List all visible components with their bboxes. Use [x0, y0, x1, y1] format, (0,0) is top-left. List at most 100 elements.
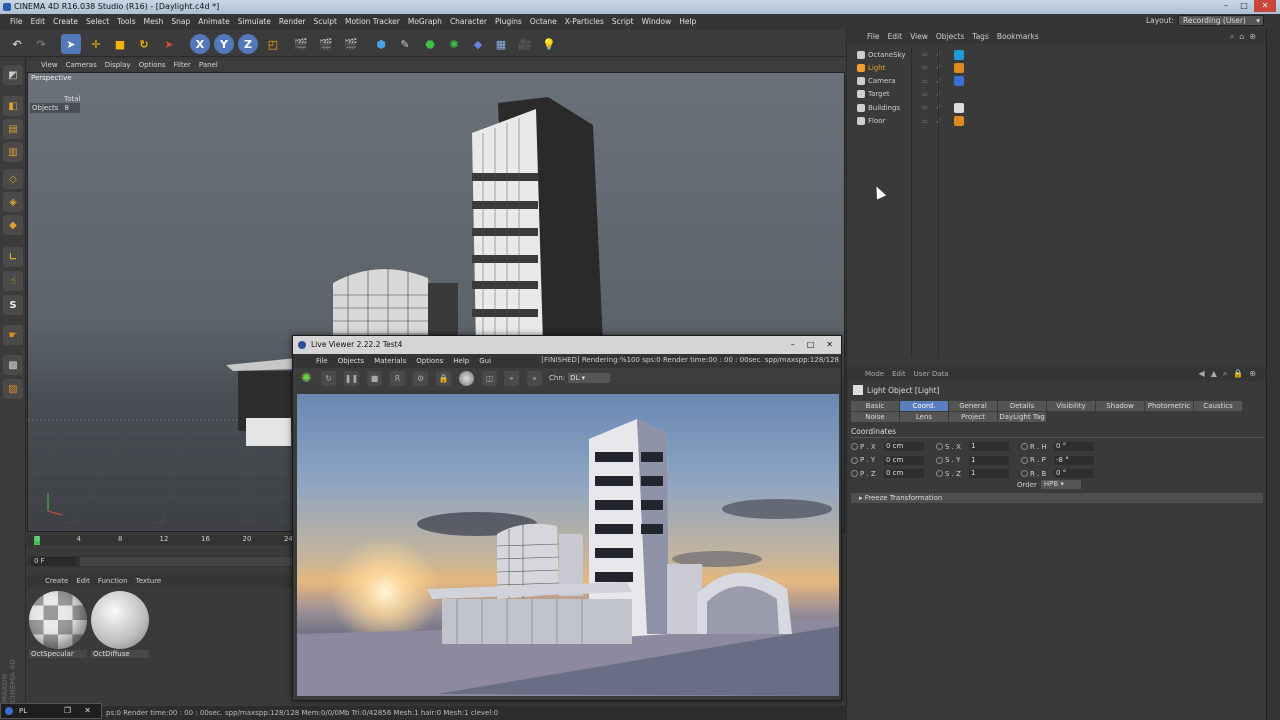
rotate-tool-icon[interactable]: ↻: [134, 34, 154, 54]
y-axis-lock[interactable]: Y: [214, 34, 234, 54]
keyframe-dot-icon[interactable]: [936, 456, 943, 464]
material-ball-icon[interactable]: [459, 371, 474, 386]
live-selection-icon[interactable]: ➤: [159, 34, 179, 54]
menu-item[interactable]: Mesh: [140, 17, 168, 26]
search-icon[interactable]: ⌕: [1230, 32, 1234, 42]
material-menu-item[interactable]: Function: [94, 577, 132, 585]
menu-item[interactable]: Select: [82, 17, 113, 26]
object-tag-icon[interactable]: [954, 49, 964, 60]
spline-pen-icon[interactable]: ✎: [395, 34, 415, 54]
menu-item[interactable]: Render: [275, 17, 310, 26]
object-menu-item[interactable]: Edit: [884, 32, 907, 41]
coordinate-value-input[interactable]: 1: [969, 469, 1009, 478]
render-picture-viewer-icon[interactable]: 🎬: [316, 34, 336, 54]
pause-icon[interactable]: ❚❚: [344, 371, 359, 386]
lock-icon[interactable]: 🔒: [1233, 369, 1243, 379]
visibility-toggle-icon[interactable]: ▫:: [922, 104, 936, 111]
keyframe-dot-icon[interactable]: [851, 470, 858, 477]
coordinate-system-icon[interactable]: ◰: [263, 34, 283, 54]
viewport-menu-item[interactable]: Display: [101, 61, 135, 69]
live-viewer-menu-item[interactable]: Materials: [369, 357, 411, 365]
texture-mode-icon[interactable]: ▤: [3, 119, 23, 139]
maximize-button[interactable]: □: [1236, 0, 1252, 12]
channel-dropdown[interactable]: DL ▾: [568, 373, 611, 383]
keyframe-dot-icon[interactable]: [851, 443, 858, 450]
render-preview[interactable]: [297, 394, 839, 696]
workplane-lock-icon[interactable]: ▩: [3, 355, 23, 375]
layout-selector[interactable]: Layout: Recording (User) ▾: [1146, 15, 1264, 26]
object-row[interactable]: Light▫:✓: [857, 61, 1257, 74]
model-mode-icon[interactable]: ◧: [3, 96, 23, 116]
close-button[interactable]: ✕: [826, 336, 833, 354]
menu-item[interactable]: X-Particles: [561, 17, 608, 26]
maximize-button[interactable]: □: [807, 336, 815, 354]
attribute-tab[interactable]: Visibility: [1047, 401, 1095, 411]
menu-item[interactable]: Create: [49, 17, 82, 26]
stop-icon[interactable]: ■: [367, 371, 382, 386]
menu-item[interactable]: Script: [608, 17, 638, 26]
object-tag-icon[interactable]: [954, 76, 964, 87]
attribute-tab[interactable]: Shadow: [1096, 401, 1144, 411]
viewport-menu-item[interactable]: Filter: [170, 61, 195, 69]
new-view-icon[interactable]: ⊕: [1249, 369, 1256, 379]
coordinate-value-input[interactable]: 0 °: [1054, 442, 1094, 451]
scale-tool-icon[interactable]: ■: [110, 34, 130, 54]
restart-icon[interactable]: ↻: [321, 371, 336, 386]
minimize-button[interactable]: –: [1218, 0, 1234, 12]
material-menu-item[interactable]: Create: [41, 577, 72, 585]
select-tool-icon[interactable]: ➤: [61, 34, 81, 54]
live-viewer-menu-item[interactable]: File: [311, 357, 333, 365]
settings-gear-icon[interactable]: ⚙: [413, 371, 428, 386]
material-menu-item[interactable]: Edit: [72, 577, 94, 585]
viewport-menu-item[interactable]: Options: [135, 61, 170, 69]
attribute-tab[interactable]: Project: [949, 412, 997, 422]
attribute-tab[interactable]: Photometric: [1145, 401, 1193, 411]
home-icon[interactable]: ⌂: [1239, 32, 1244, 42]
object-menu-item[interactable]: View: [906, 32, 932, 41]
array-icon[interactable]: ✺: [444, 34, 464, 54]
object-row[interactable]: Camera▫:✓: [857, 75, 1257, 88]
planar-workplane-icon[interactable]: ▨: [3, 379, 23, 399]
render-settings-icon[interactable]: 🎬: [341, 34, 361, 54]
lock-icon[interactable]: 🔒: [436, 371, 451, 386]
menu-item[interactable]: File: [6, 17, 27, 26]
coordinate-value-input[interactable]: 0 °: [1054, 469, 1094, 478]
object-menu-item[interactable]: Objects: [932, 32, 968, 41]
render-view-icon[interactable]: 🎬: [291, 34, 311, 54]
side-tab-strip[interactable]: [1266, 29, 1280, 720]
move-tool-icon[interactable]: ✛: [86, 34, 106, 54]
keyframe-dot-icon[interactable]: [851, 456, 858, 464]
object-menu-item[interactable]: File: [863, 32, 884, 41]
attribute-tab[interactable]: DayLight Tag: [998, 412, 1046, 422]
send-scene-icon[interactable]: ✺: [299, 371, 314, 386]
make-editable-icon[interactable]: ◩: [3, 65, 23, 85]
menu-item[interactable]: Character: [446, 17, 491, 26]
cube-object-icon[interactable]: ⬢: [371, 34, 391, 54]
menu-item[interactable]: Tools: [113, 17, 139, 26]
menu-item[interactable]: Animate: [194, 17, 233, 26]
coordinate-value-input[interactable]: 0 cm: [884, 442, 924, 451]
material-menu-item[interactable]: Texture: [132, 577, 166, 585]
animation-mode-icon[interactable]: ☛: [3, 325, 23, 345]
up-arrow-icon[interactable]: ▲: [1211, 369, 1217, 379]
menu-item[interactable]: Motion Tracker: [341, 17, 404, 26]
menu-item[interactable]: MoGraph: [404, 17, 446, 26]
material-octspecular[interactable]: OctSpecular: [29, 591, 87, 661]
minimize-button[interactable]: –: [791, 336, 795, 354]
live-viewer-menu-item[interactable]: Help: [448, 357, 474, 365]
viewport-menu-item[interactable]: Cameras: [62, 61, 101, 69]
attribute-tab[interactable]: Noise: [851, 412, 899, 422]
object-row[interactable]: Buildings▫:✓: [857, 101, 1257, 114]
tweak-mode-icon[interactable]: ☝: [3, 271, 23, 291]
object-tag-icon[interactable]: [954, 116, 964, 126]
attribute-menu-item[interactable]: Edit: [888, 370, 910, 378]
visibility-toggle-icon[interactable]: ▫:: [922, 91, 936, 98]
visibility-toggle-icon[interactable]: ▫:: [922, 118, 936, 125]
coordinate-value-input[interactable]: 1: [969, 455, 1009, 465]
menu-item[interactable]: Help: [675, 17, 700, 26]
object-menu-item[interactable]: Tags: [968, 32, 993, 41]
material-octdiffuse[interactable]: OctDiffuse: [91, 591, 149, 661]
keyframe-dot-icon[interactable]: [1021, 470, 1028, 477]
minimized-window-task[interactable]: PL ✕ ❐: [0, 703, 102, 719]
subdivision-icon[interactable]: ⬣: [420, 34, 440, 54]
